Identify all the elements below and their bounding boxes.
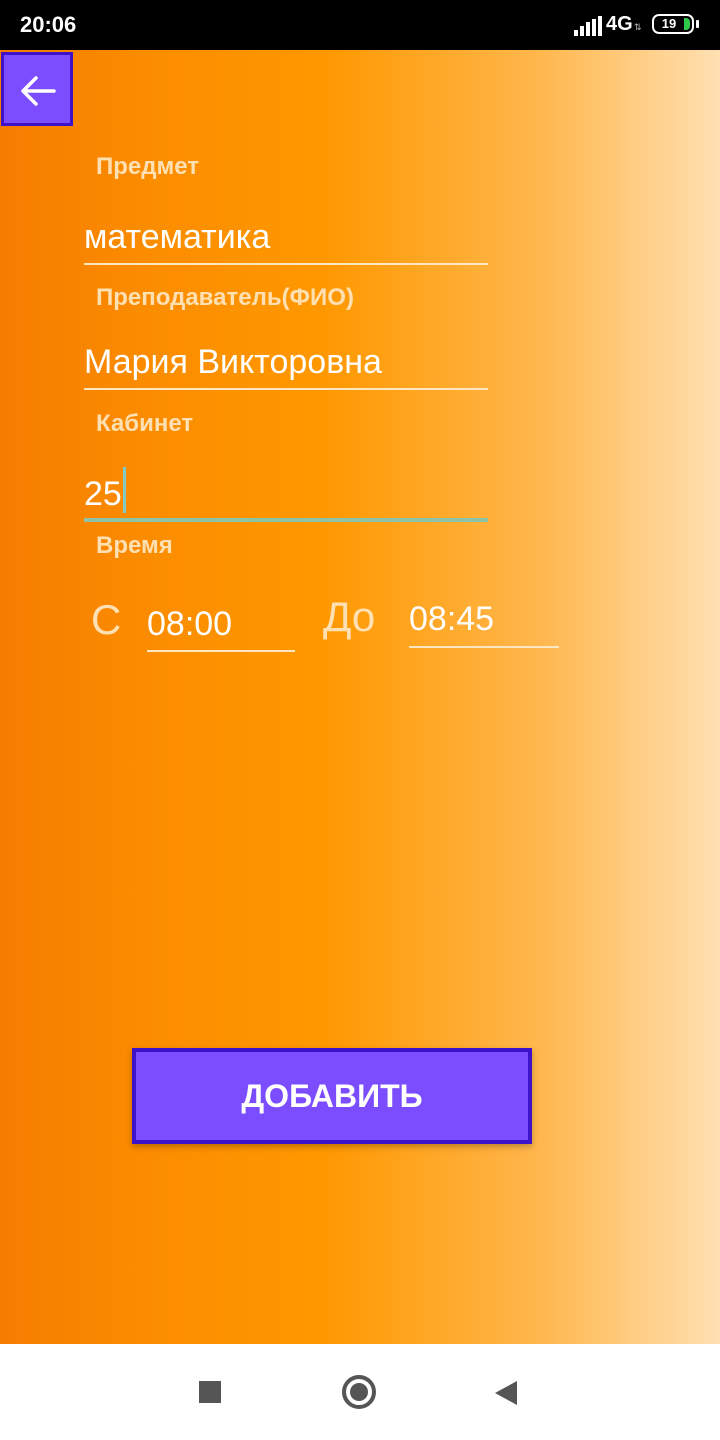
room-input[interactable]: 25 [84,462,488,522]
arrow-left-icon [21,76,56,106]
back-button[interactable] [1,52,73,126]
battery-fill [684,18,690,30]
circle-inner [350,1383,368,1401]
to-time-value: 08:45 [409,600,495,638]
subject-value: математика [84,218,271,256]
status-bar: 20:06 4G ⇅ 19 [0,0,720,50]
room-value: 25 [84,475,122,513]
subject-label: Предмет [96,153,200,180]
data-activity-icon: ⇅ [634,22,642,32]
battery-icon: 19 [652,14,694,34]
circle-icon[interactable] [342,1375,376,1409]
room-value-wrap: 25 [84,467,126,514]
time-label: Время [96,532,173,559]
to-time-input[interactable]: 08:45 [409,588,559,648]
teacher-input[interactable]: Мария Викторовна [84,330,488,390]
to-prefix: До [323,593,376,640]
teacher-value: Мария Викторовна [84,343,382,381]
battery-level: 19 [661,16,677,31]
network-type: 4G [606,13,633,35]
square-icon[interactable] [199,1381,221,1403]
text-cursor [122,467,126,513]
triangle-back-icon[interactable] [494,1380,518,1406]
signal-icon [574,16,602,36]
from-prefix: С [91,596,122,643]
from-time-input[interactable]: 08:00 [147,592,295,652]
add-button[interactable]: ДОБАВИТЬ [132,1048,532,1144]
from-time-value: 08:00 [147,605,233,643]
room-label: Кабинет [96,410,194,437]
battery-nub [696,20,699,28]
navigation-bar [0,1344,720,1440]
status-time: 20:06 [20,12,77,37]
teacher-label: Преподаватель(ФИО) [96,284,354,311]
main-content: Предмет математика Преподаватель(ФИО) Ма… [0,50,720,1344]
subject-input[interactable]: математика [84,205,488,265]
